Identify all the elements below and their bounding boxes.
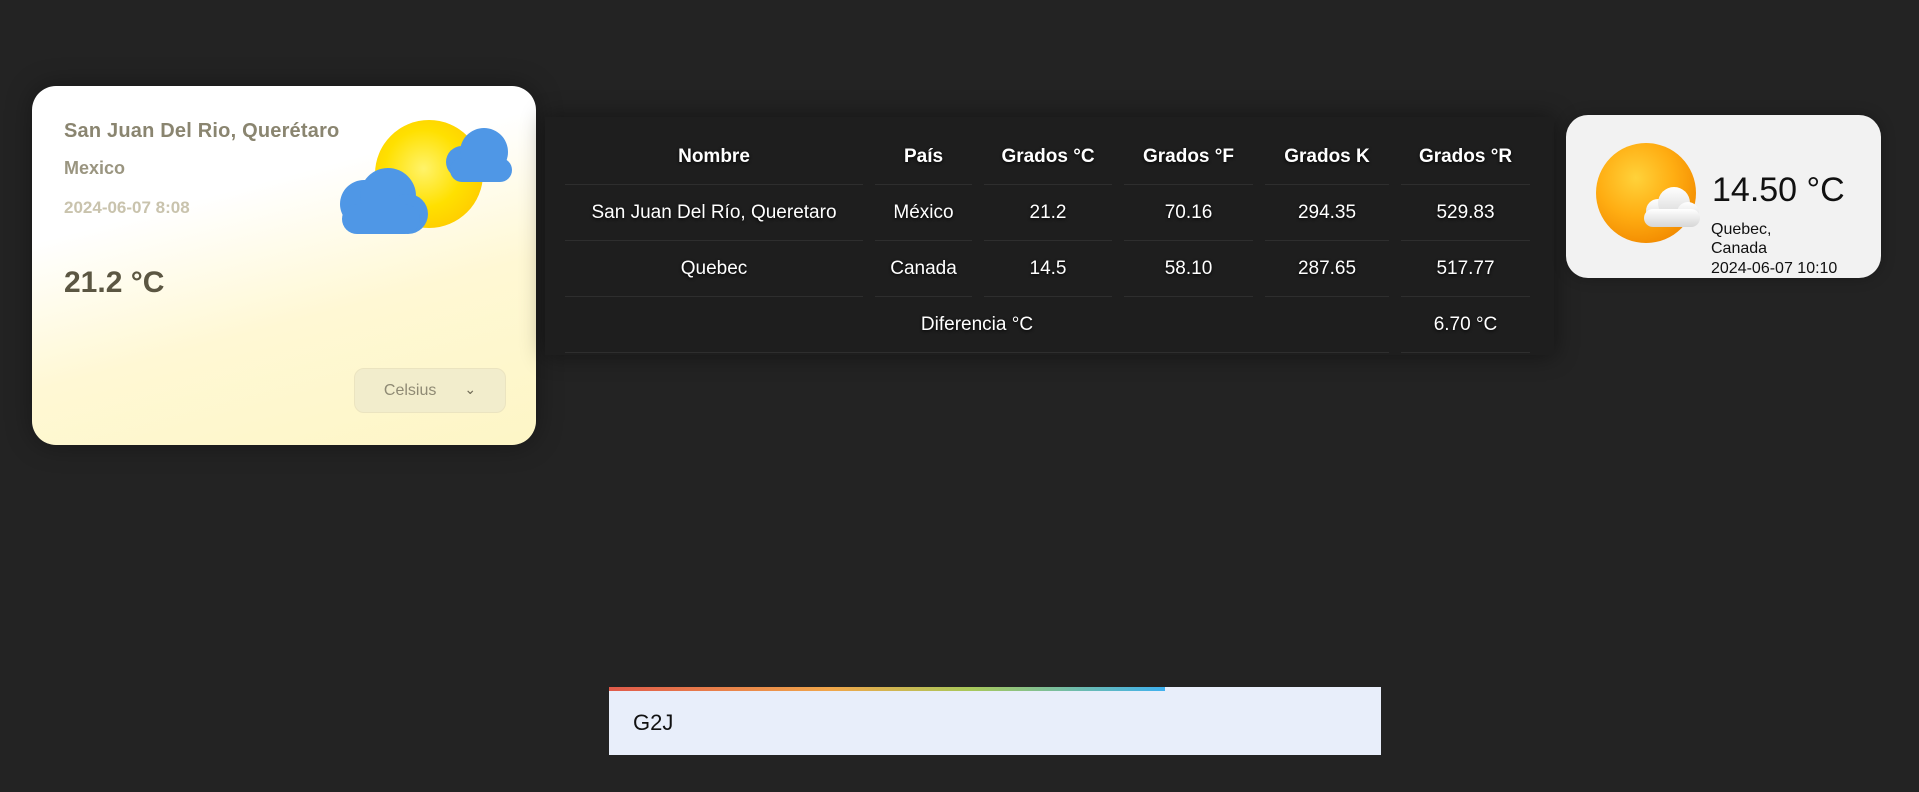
page: San Juan Del Rio, Querétaro Mexico 2024-… bbox=[0, 0, 1919, 792]
remote-city: Quebec, bbox=[1711, 221, 1772, 238]
remote-country: Canada bbox=[1711, 240, 1768, 257]
remote-temperature: 14.50 °C bbox=[1712, 171, 1845, 209]
difference-value: 6.70 °C bbox=[1401, 297, 1530, 353]
header-fahrenheit: Grados °F bbox=[1124, 129, 1253, 185]
chevron-down-icon: ⌄ bbox=[464, 381, 477, 397]
cell-fahrenheit: 58.10 bbox=[1124, 241, 1253, 297]
postal-code-box bbox=[609, 687, 1381, 755]
difference-label: Diferencia °C bbox=[565, 297, 1389, 353]
sun-behind-clouds-icon bbox=[340, 120, 512, 234]
header-pais: País bbox=[875, 129, 972, 185]
postal-code-input[interactable] bbox=[609, 691, 1381, 755]
header-kelvin: Grados K bbox=[1265, 129, 1389, 185]
cell-nombre: San Juan Del Río, Queretaro bbox=[565, 185, 863, 241]
remote-datetime: 2024-06-07 10:10 bbox=[1711, 260, 1838, 277]
cell-celsius: 14.5 bbox=[984, 241, 1112, 297]
cell-kelvin: 294.35 bbox=[1265, 185, 1389, 241]
unit-select-value: Celsius bbox=[383, 381, 437, 399]
comparison-table: Nombre País Grados °C Grados °F Grados K… bbox=[553, 129, 1542, 353]
sun-behind-cloud-icon bbox=[1596, 143, 1700, 243]
cell-rankine: 529.83 bbox=[1401, 185, 1530, 241]
unit-select[interactable]: Celsius ⌄ bbox=[354, 368, 506, 413]
cell-pais: México bbox=[875, 185, 972, 241]
cell-kelvin: 287.65 bbox=[1265, 241, 1389, 297]
remote-weather-card: 14.50 °C Quebec, Canada 2024-06-07 10:10 bbox=[1566, 115, 1881, 278]
card-country: Mexico bbox=[64, 158, 126, 178]
cell-celsius: 21.2 bbox=[984, 185, 1112, 241]
header-rankine: Grados °R bbox=[1401, 129, 1530, 185]
table-row: San Juan Del Río, Queretaro México 21.2 … bbox=[565, 185, 1530, 241]
cell-pais: Canada bbox=[875, 241, 972, 297]
table-header-row: Nombre País Grados °C Grados °F Grados K… bbox=[565, 129, 1530, 185]
table-row: Quebec Canada 14.5 58.10 287.65 517.77 bbox=[565, 241, 1530, 297]
card-city: San Juan Del Rio, Querétaro bbox=[64, 120, 340, 142]
cell-nombre: Quebec bbox=[565, 241, 863, 297]
difference-row: Diferencia °C 6.70 °C bbox=[565, 297, 1530, 353]
header-celsius: Grados °C bbox=[984, 129, 1112, 185]
comparison-table-panel: Nombre País Grados °C Grados °F Grados K… bbox=[545, 117, 1554, 355]
cell-rankine: 517.77 bbox=[1401, 241, 1530, 297]
card-datetime: 2024-06-07 8:08 bbox=[64, 198, 190, 217]
header-nombre: Nombre bbox=[565, 129, 863, 185]
cell-fahrenheit: 70.16 bbox=[1124, 185, 1253, 241]
local-weather-card: San Juan Del Rio, Querétaro Mexico 2024-… bbox=[32, 86, 536, 445]
card-temperature: 21.2 °C bbox=[64, 266, 165, 299]
